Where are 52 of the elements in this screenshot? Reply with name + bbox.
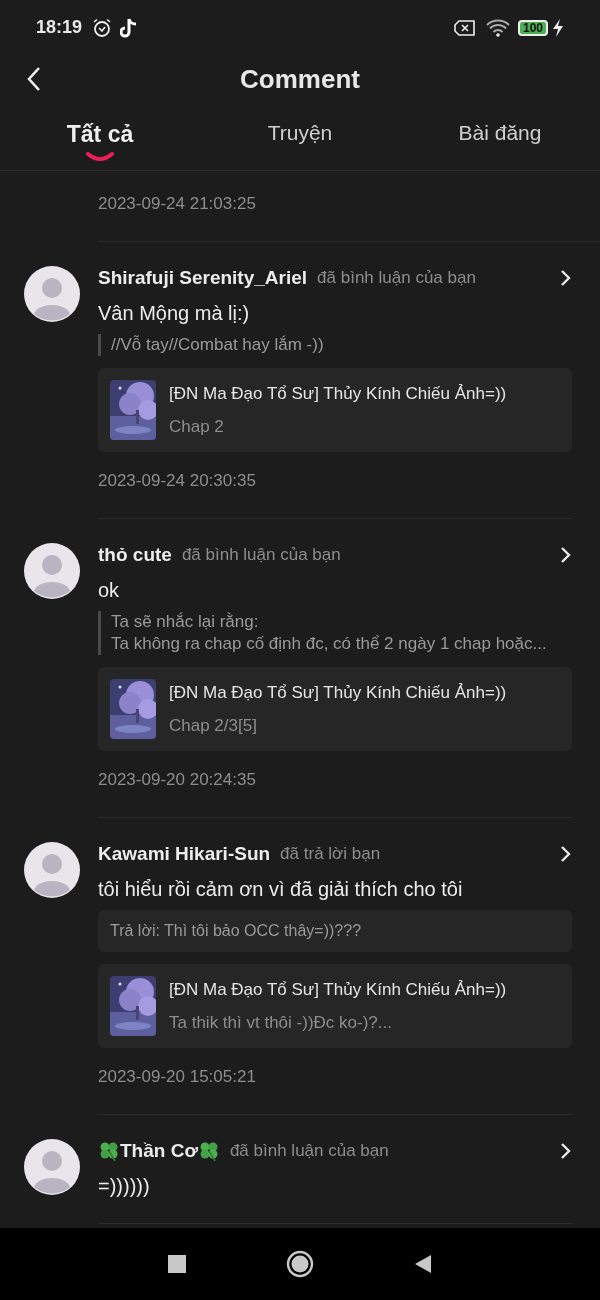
story-chapter: Ta thik thì vt thôi -))Đc ko-)?... [169,1012,393,1034]
avatar[interactable] [24,1138,80,1195]
comment-text: ok [98,578,121,603]
story-card[interactable]: [ĐN Ma Đạo Tổ Sư] Thủy Kính Chiếu Ảnh=)) Ta thik thì vt thôi -))Đc ko-)?... [98,964,572,1048]
chevron-right-icon[interactable] [560,1141,572,1160]
avatar[interactable] [24,265,80,322]
quote-text: //Vỗ tay//Combat hay lắm -)) [111,334,325,356]
status-time: 18:19 [36,16,83,39]
action-text: đã bình luận của bạn [229,1140,389,1162]
timestamp: 2023-09-24 20:30:35 [98,470,257,492]
back-icon[interactable] [26,66,42,92]
quote-text: Ta không ra chap cố định đc, có thể 2 ngày 1 chap hoặc... [111,633,548,655]
chevron-right-icon[interactable] [560,268,572,287]
comment-text: =)))))) [98,1174,151,1199]
avatar[interactable] [24,841,80,898]
timestamp: 2023-09-24 21:03:25 [98,194,256,213]
story-title: [ĐN Ma Đạo Tổ Sư] Thủy Kính Chiếu Ảnh=)) [169,681,507,704]
chevron-right-icon[interactable] [560,844,572,863]
story-card[interactable]: [ĐN Ma Đạo Tổ Sư] Thủy Kính Chiếu Ảnh=)) Chap 2/3[5] [98,667,572,751]
charging-bolt-icon [552,18,564,37]
story-chapter: Chap 2 [169,416,225,438]
story-card[interactable]: [ĐN Ma Đạo Tổ Sư] Thủy Kính Chiếu Ảnh=)) Chap 2 [98,368,572,452]
story-title: [ĐN Ma Đạo Tổ Sư] Thủy Kính Chiếu Ảnh=)) [169,382,507,405]
action-text: đã trả lời bạn [280,843,381,865]
action-text: đã bình luận của bạn [317,267,476,289]
wifi-icon [485,18,510,37]
tab-indicator [85,151,115,162]
comment-text: Vân Mộng mà lị:) [98,301,251,326]
avatar[interactable] [24,542,80,599]
story-title: [ĐN Ma Đạo Tổ Sư] Thủy Kính Chiếu Ảnh=)) [169,978,507,1001]
tab[interactable]: Truyện [267,117,333,149]
tab[interactable]: Tất cả [66,117,134,152]
user-name[interactable]: thỏ cute [98,540,172,569]
home-button[interactable] [286,1250,314,1278]
quote-text: Ta sẽ nhắc lại rằng: [111,611,260,633]
sim-card-icon [453,19,476,36]
music-note-icon [120,17,139,38]
page-title: Comment [240,62,360,96]
user-name[interactable]: Kawami Hikari-Sun [98,839,271,868]
alarm-icon [92,17,113,38]
timestamp: 2023-09-20 15:05:21 [98,1066,257,1088]
user-name[interactable]: Thần Cơ [120,1136,198,1165]
chevron-right-icon[interactable] [560,545,572,564]
timestamp: 2023-09-20 20:24:35 [98,769,257,791]
tab[interactable]: Bài đăng [458,117,542,149]
battery-indicator: 100 [517,19,548,36]
story-chapter: Chap 2/3[5] [169,715,258,737]
reply-text: Trả lời: Thì tôi bảo OCC thây=))??? [110,921,363,941]
user-name[interactable]: Shirafuji Serenity_Ariel [98,263,308,292]
action-text: đã bình luận của bạn [181,544,341,566]
comment-text: tôi hiểu rồi cảm ơn vì đã giải thích cho tôi [98,877,464,902]
back-button[interactable] [414,1254,432,1274]
